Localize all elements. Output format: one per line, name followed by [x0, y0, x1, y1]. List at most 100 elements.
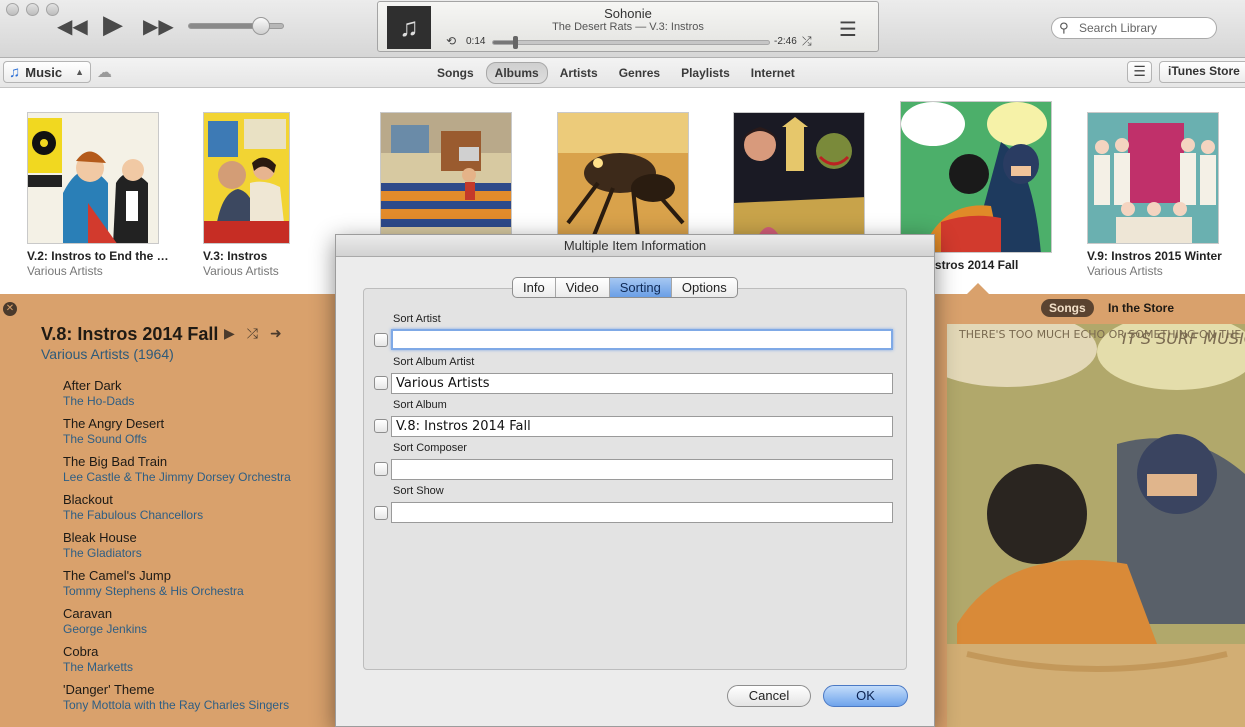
search-field[interactable]: ⚲: [1051, 17, 1217, 39]
album-title: V.2: Instros to End the World: [27, 249, 175, 263]
tab-internet[interactable]: Internet: [742, 62, 804, 84]
album-cover[interactable]: [380, 112, 512, 244]
field-label: Sort Show: [393, 485, 444, 497]
album-cover[interactable]: [900, 101, 1052, 253]
list-item[interactable]: Bleak House The Gladiators: [63, 530, 291, 568]
now-playing-display: ♫ Sohonie The Desert Rats — V.3: Instros…: [377, 1, 879, 52]
cloud-icon[interactable]: ☁: [97, 63, 112, 81]
remaining-time: -2:46: [774, 36, 797, 47]
volume-slider[interactable]: [188, 17, 284, 35]
album-cover[interactable]: [1087, 112, 1219, 244]
segment-in-the-store[interactable]: In the Store: [1108, 301, 1174, 315]
sort-album-checkbox[interactable]: [374, 419, 388, 433]
music-note-icon: ♫: [387, 6, 431, 49]
list-item[interactable]: After Dark The Ho-Dads: [63, 378, 291, 416]
search-input[interactable]: [1079, 20, 1209, 36]
track-name: 'Danger' Theme: [63, 682, 155, 697]
itunes-store-button[interactable]: iTunes Store: [1159, 61, 1245, 83]
album-tile[interactable]: [557, 112, 707, 244]
list-item[interactable]: Cobra The Marketts: [63, 644, 291, 682]
sort-artist-field[interactable]: [391, 329, 893, 350]
updown-arrows-icon: ▲: [75, 67, 84, 77]
field-label: Sort Artist: [393, 313, 441, 325]
album-tile[interactable]: V.9: Instros 2015 Winter Various Artists: [1087, 112, 1237, 278]
list-item[interactable]: 'Danger' Theme Tony Mottola with the Ray …: [63, 682, 291, 720]
list-item[interactable]: The Camel's Jump Tommy Stephens & His Orc…: [63, 568, 291, 606]
album-tile[interactable]: [380, 112, 530, 244]
sort-album-artist-checkbox[interactable]: [374, 376, 388, 390]
tab-songs[interactable]: Songs: [428, 62, 483, 84]
sort-show-checkbox[interactable]: [374, 506, 388, 520]
volume-fill: [189, 24, 260, 28]
sort-artist-checkbox[interactable]: [374, 333, 388, 347]
track-artist[interactable]: Tommy Stephens & His Orchestra: [63, 584, 291, 598]
album-cover[interactable]: [733, 112, 865, 244]
panel-controls: ▶ ⤮ ➜: [224, 325, 282, 342]
list-item[interactable]: The Angry Desert The Sound Offs: [63, 416, 291, 454]
up-next-list-icon[interactable]: ☰: [839, 17, 857, 42]
tab-info[interactable]: Info: [513, 278, 556, 297]
track-artist[interactable]: Tony Mottola with the Ray Charles Singer…: [63, 698, 291, 712]
track-name: Blackout: [63, 492, 113, 507]
sort-composer-checkbox[interactable]: [374, 462, 388, 476]
track-name: Caravan: [63, 606, 113, 621]
close-window-button[interactable]: [6, 3, 19, 16]
list-item[interactable]: Caravan George Jenkins: [63, 606, 291, 644]
progress-knob[interactable]: [513, 36, 519, 49]
album-tile[interactable]: V.2: Instros to End the World Various Ar…: [27, 112, 177, 278]
track-name: The Angry Desert: [63, 416, 165, 431]
sort-album-artist-field[interactable]: [391, 373, 893, 394]
tab-options[interactable]: Options: [672, 278, 737, 297]
fast-forward-icon[interactable]: ▶▶: [143, 17, 174, 37]
sort-album-field[interactable]: [391, 416, 893, 437]
more-options-icon[interactable]: ➜: [270, 325, 282, 342]
track-artist[interactable]: The Sound Offs: [63, 432, 291, 446]
track-artist[interactable]: George Jenkins: [63, 622, 291, 636]
album-cover[interactable]: [27, 112, 159, 244]
field-label: Sort Album: [393, 399, 447, 411]
tab-playlists[interactable]: Playlists: [672, 62, 739, 84]
track-name: Cobra: [63, 644, 99, 659]
track-artist[interactable]: The Fabulous Chancellors: [63, 508, 291, 522]
track-artist[interactable]: Lee Castle & The Jimmy Dorsey Orchestra: [63, 470, 291, 484]
cancel-button[interactable]: Cancel: [727, 685, 811, 707]
album-tile[interactable]: V.3: Instros Various Artists: [203, 112, 353, 278]
tab-video[interactable]: Video: [556, 278, 610, 297]
album-cover[interactable]: [203, 112, 290, 244]
elapsed-time: 0:14: [466, 36, 486, 47]
track-artist[interactable]: The Marketts: [63, 660, 291, 674]
ok-button[interactable]: OK: [823, 685, 908, 707]
segment-songs[interactable]: Songs: [1041, 299, 1094, 317]
rewind-icon[interactable]: ◀◀: [57, 17, 88, 37]
progress-bar[interactable]: [492, 36, 770, 49]
track-artist[interactable]: The Gladiators: [63, 546, 291, 560]
album-title: V.9: Instros 2015 Winter: [1087, 249, 1222, 263]
minimize-window-button[interactable]: [26, 3, 39, 16]
repeat-icon[interactable]: ⟲: [446, 34, 456, 48]
zoom-window-button[interactable]: [46, 3, 59, 16]
panel-album-artwork: THERE'S TOO MUCH ECHO OR SOMETHING ON TH…: [947, 324, 1245, 727]
sort-composer-field[interactable]: [391, 459, 893, 480]
library-selector[interactable]: ♫ Music ▲: [3, 61, 91, 83]
panel-artist: Various Artists (1964): [41, 346, 174, 362]
volume-knob[interactable]: [252, 17, 270, 35]
field-label: Sort Composer: [393, 442, 467, 454]
dialog-title: Multiple Item Information: [336, 235, 934, 257]
tab-sorting[interactable]: Sorting: [609, 278, 672, 297]
close-icon[interactable]: ✕: [3, 302, 17, 316]
tab-artists[interactable]: Artists: [551, 62, 607, 84]
album-tile[interactable]: [733, 112, 883, 244]
track-artist[interactable]: The Ho-Dads: [63, 394, 291, 408]
play-icon[interactable]: ▶: [224, 325, 235, 342]
view-options-button[interactable]: ☰: [1127, 61, 1152, 83]
album-cover[interactable]: [557, 112, 689, 244]
list-item[interactable]: The Big Bad Train Lee Castle & The Jimmy …: [63, 454, 291, 492]
tab-genres[interactable]: Genres: [610, 62, 669, 84]
song-title: Sohonie: [604, 6, 652, 21]
tab-albums[interactable]: Albums: [485, 62, 548, 84]
sort-show-field[interactable]: [391, 502, 893, 523]
shuffle-icon[interactable]: ⤮: [247, 325, 258, 342]
list-item[interactable]: Blackout The Fabulous Chancellors: [63, 492, 291, 530]
shuffle-icon[interactable]: ⤮: [802, 34, 812, 49]
play-icon[interactable]: ▶: [103, 11, 123, 37]
